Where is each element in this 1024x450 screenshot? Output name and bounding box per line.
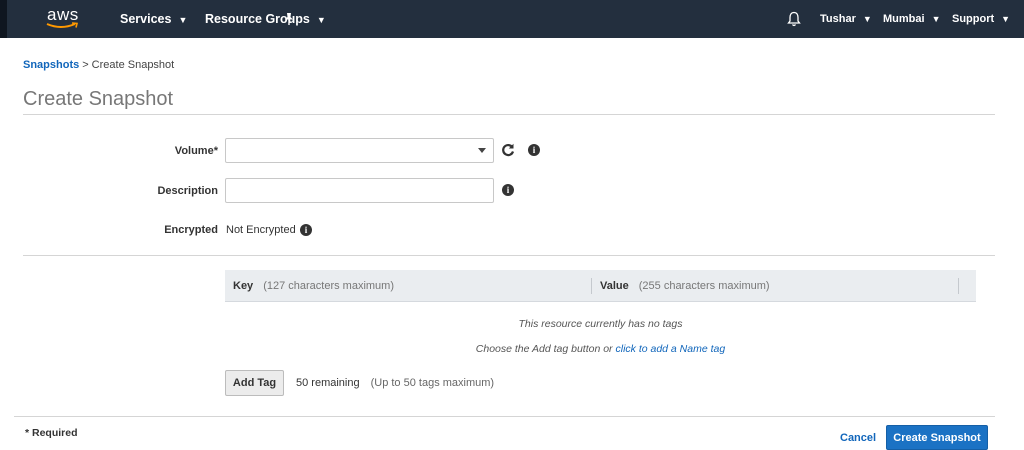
- resource-groups-menu[interactable]: Resource Groups ▼: [205, 0, 326, 38]
- region-menu[interactable]: Mumbai ▼: [883, 0, 940, 38]
- page-title: Create Snapshot: [23, 88, 174, 110]
- refresh-icon[interactable]: [501, 143, 515, 157]
- form-divider: [23, 255, 995, 256]
- aws-smile-icon: [46, 22, 79, 28]
- tags-max-hint: (Up to 50 tags maximum): [370, 377, 495, 389]
- column-divider: [958, 278, 959, 294]
- key-header-hint: (127 characters maximum): [263, 280, 395, 292]
- aws-logo[interactable]: aws: [44, 5, 84, 31]
- volume-select[interactable]: [225, 138, 494, 163]
- add-tag-button[interactable]: Add Tag: [225, 370, 284, 396]
- pin-icon[interactable]: [283, 12, 295, 26]
- breadcrumb-separator: >: [82, 59, 89, 71]
- services-menu[interactable]: Services ▼: [120, 0, 187, 38]
- footer-divider: [14, 416, 995, 417]
- user-menu-label: Tushar: [820, 13, 856, 25]
- top-navigation-bar: aws Services ▼ Resource Groups ▼ Tushar ▼ M…: [0, 0, 1024, 38]
- volume-info-icon[interactable]: i: [528, 144, 540, 156]
- services-menu-label: Services: [120, 12, 172, 26]
- region-menu-label: Mumbai: [883, 13, 925, 25]
- chevron-down-icon: ▼: [862, 14, 872, 24]
- add-name-tag-link[interactable]: click to add a Name tag: [615, 343, 725, 355]
- column-divider: [591, 278, 592, 294]
- chevron-down-icon: ▼: [316, 15, 326, 25]
- add-tag-hint-text: Choose the Add tag button or: [475, 343, 613, 355]
- description-label: Description: [157, 185, 218, 197]
- key-column-header: Key (127 characters maximum): [233, 270, 394, 302]
- support-menu[interactable]: Support ▼: [952, 0, 1010, 38]
- chevron-down-icon: ▼: [931, 14, 941, 24]
- create-snapshot-button[interactable]: Create Snapshot: [886, 425, 988, 450]
- breadcrumb: Snapshots > Create Snapshot: [23, 59, 174, 71]
- description-info-icon[interactable]: i: [502, 184, 514, 196]
- tags-table-header: Key (127 characters maximum) Value (255 ch…: [225, 270, 976, 302]
- breadcrumb-snapshots-link[interactable]: Snapshots: [23, 59, 79, 71]
- description-input[interactable]: [225, 178, 494, 203]
- tags-remaining-count: 50 remaining: [296, 377, 360, 389]
- volume-label: Volume*: [174, 145, 218, 157]
- add-tag-hint: Choose the Add tag button or click to ad…: [225, 343, 976, 355]
- encrypted-info-icon[interactable]: i: [300, 224, 312, 236]
- support-menu-label: Support: [952, 13, 995, 25]
- chevron-down-icon: [478, 148, 486, 153]
- tags-remaining: 50 remaining (Up to 50 tags maximum): [296, 377, 494, 389]
- nav-edge: [0, 0, 7, 38]
- no-tags-message: This resource currently has no tags: [518, 318, 683, 330]
- cancel-link[interactable]: Cancel: [840, 432, 876, 444]
- breadcrumb-current: Create Snapshot: [91, 59, 175, 71]
- bell-icon[interactable]: [787, 11, 801, 27]
- key-header-label: Key: [233, 280, 254, 292]
- chevron-down-icon: ▼: [1001, 14, 1011, 24]
- required-note: * Required: [25, 427, 78, 439]
- encrypted-value: Not Encrypted: [226, 224, 296, 236]
- chevron-down-icon: ▼: [178, 15, 188, 25]
- user-menu[interactable]: Tushar ▼: [820, 0, 872, 38]
- value-header-label: Value: [600, 280, 629, 292]
- value-column-header: Value (255 characters maximum): [600, 270, 770, 302]
- title-divider: [23, 114, 995, 115]
- value-header-hint: (255 characters maximum): [638, 280, 770, 292]
- encrypted-label: Encrypted: [164, 224, 218, 236]
